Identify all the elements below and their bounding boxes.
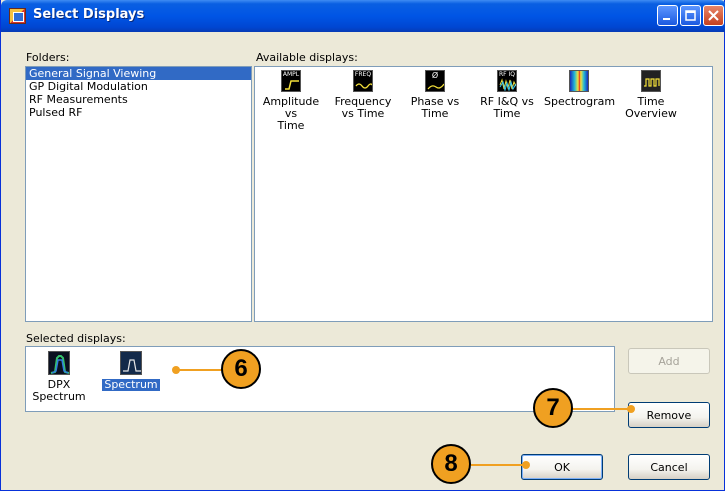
- folders-list[interactable]: General Signal Viewing GP Digital Modula…: [25, 66, 252, 322]
- title-bar[interactable]: Select Displays: [1, 0, 725, 32]
- minimize-button[interactable]: [657, 5, 678, 26]
- display-label-line1: Spectrogram: [544, 95, 616, 108]
- maximize-icon: [685, 10, 696, 21]
- close-button[interactable]: [703, 5, 724, 26]
- selected-spectrum[interactable]: Spectrum: [98, 351, 164, 391]
- selected-label-line2: Spectrum: [32, 390, 86, 403]
- dpx-spectrum-icon: [48, 351, 70, 375]
- selected-dpx-spectrum[interactable]: DPX Spectrum: [29, 351, 89, 403]
- display-label-line2: Time: [493, 107, 521, 120]
- folder-item[interactable]: General Signal Viewing: [26, 67, 251, 80]
- folders-label: Folders:: [26, 51, 70, 64]
- callout-7-line: [571, 408, 631, 410]
- display-amplitude-vs-time[interactable]: AMPL Amplitude vs Time: [256, 70, 326, 132]
- display-label-line2: Time: [421, 107, 449, 120]
- app-icon: [9, 8, 26, 24]
- selected-displays-list[interactable]: DPX Spectrum Spectrum: [25, 346, 615, 412]
- folder-item[interactable]: RF Measurements: [26, 93, 251, 106]
- display-label-line2: Time: [277, 119, 305, 132]
- window-title: Select Displays: [33, 7, 145, 22]
- maximize-button[interactable]: [680, 5, 701, 26]
- display-spectrogram[interactable]: Spectrogram: [544, 70, 616, 108]
- close-icon: [708, 10, 719, 21]
- available-displays-list[interactable]: AMPL Amplitude vs Time FREQ Frequency vs…: [254, 66, 713, 322]
- available-displays-label: Available displays:: [256, 51, 358, 64]
- display-time-overview[interactable]: Time Overview: [616, 70, 686, 120]
- cancel-button[interactable]: Cancel: [628, 454, 710, 480]
- callout-8-line: [471, 464, 526, 466]
- minimize-icon: [663, 18, 670, 20]
- phase-icon: Ø: [425, 70, 445, 92]
- display-label-line1: Amplitude vs: [262, 95, 320, 120]
- select-displays-dialog: Select Displays Folders: General Signal …: [0, 0, 725, 491]
- add-button[interactable]: Add: [628, 348, 710, 374]
- callout-7-anchor: [627, 405, 635, 413]
- display-frequency-vs-time[interactable]: FREQ Frequency vs Time: [328, 70, 398, 120]
- selected-displays-label: Selected displays:: [26, 332, 126, 345]
- display-label-line2: vs Time: [341, 107, 385, 120]
- display-phase-vs-time[interactable]: Ø Phase vs Time: [400, 70, 470, 120]
- callout-8-anchor: [522, 461, 530, 469]
- callout-6-line: [176, 369, 224, 371]
- time-overview-icon: [641, 70, 661, 92]
- ok-button[interactable]: OK: [521, 454, 603, 480]
- folder-item[interactable]: Pulsed RF: [26, 106, 251, 119]
- display-label-line2: Overview: [625, 107, 677, 120]
- callout-7: 7: [533, 388, 573, 428]
- frequency-icon: FREQ: [353, 70, 373, 92]
- spectrum-icon: [120, 351, 142, 375]
- spectrogram-icon: [569, 70, 589, 92]
- amplitude-icon: AMPL: [281, 70, 301, 92]
- display-rf-iq-vs-time[interactable]: RF IQ RF I&Q vs Time: [472, 70, 542, 120]
- callout-6: 6: [221, 349, 261, 389]
- folder-item[interactable]: GP Digital Modulation: [26, 80, 251, 93]
- callout-8: 8: [431, 444, 471, 484]
- selected-label-line1: Spectrum: [102, 378, 160, 391]
- remove-button[interactable]: Remove: [628, 402, 710, 428]
- rf-iq-icon: RF IQ: [497, 70, 517, 92]
